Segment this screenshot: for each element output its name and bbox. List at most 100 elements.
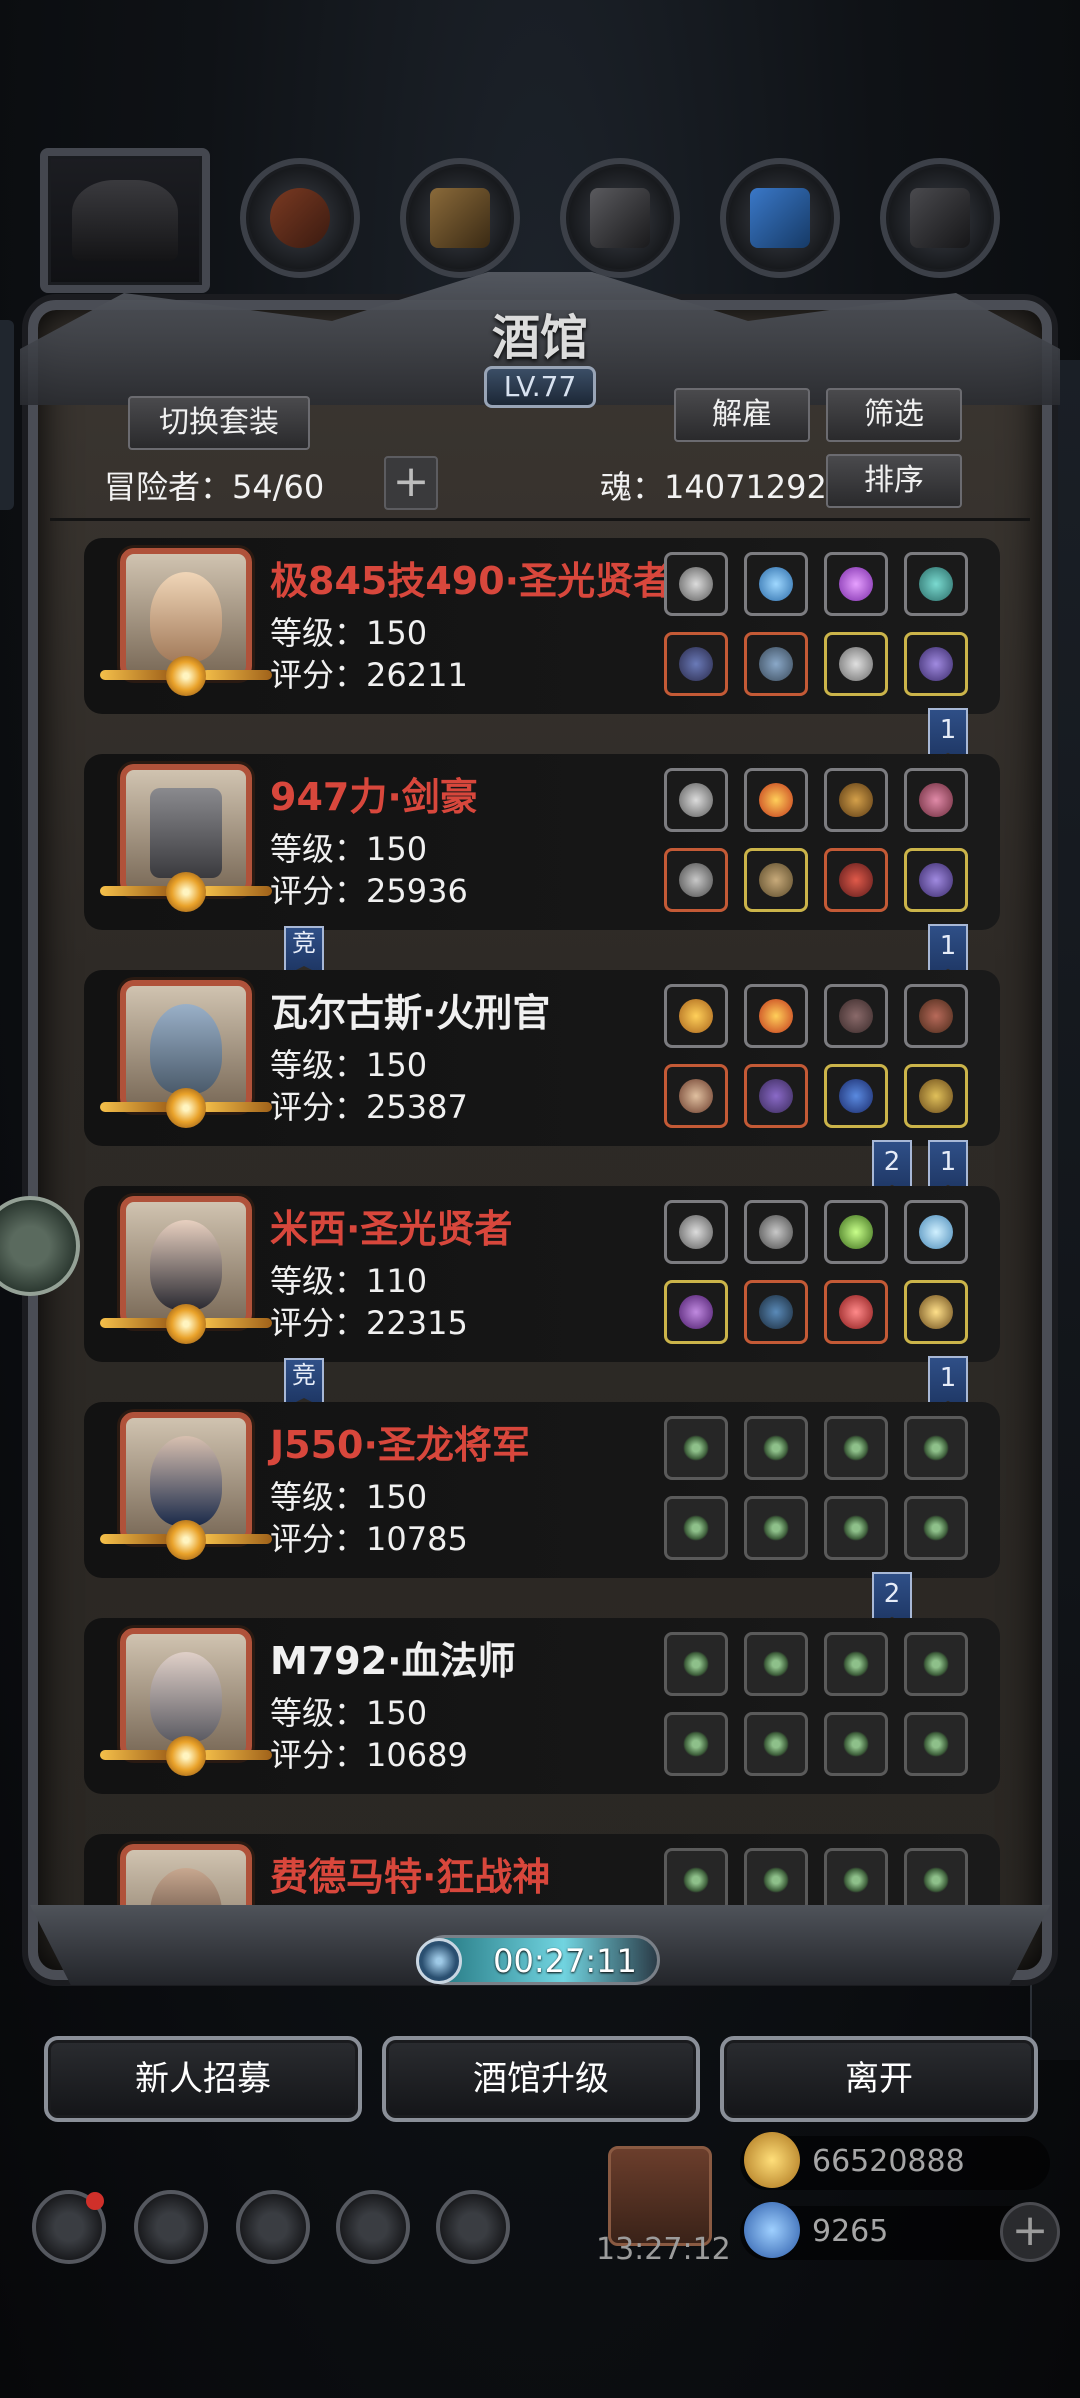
- empty-weapon-slot-icon[interactable]: [664, 1712, 728, 1776]
- shield-equip-icon[interactable]: [824, 632, 888, 696]
- hero-row[interactable]: 费德马特·狂战神: [84, 1832, 1000, 1910]
- hud-clock: 13:27:12: [596, 2232, 731, 2267]
- demon-mask-equip-icon[interactable]: [824, 848, 888, 912]
- rank-wings-icon: [100, 656, 272, 696]
- dismiss-button[interactable]: 解雇: [674, 388, 810, 442]
- empty-amulet-slot-icon[interactable]: [744, 1848, 808, 1910]
- empty-gem-slot-icon[interactable]: [904, 1632, 968, 1696]
- hero-row[interactable]: 极845技490·圣光贤者 等级：150 评分：26211: [84, 536, 1000, 716]
- staff-equip-icon[interactable]: [824, 768, 888, 832]
- bottle-equip-icon[interactable]: [824, 1280, 888, 1344]
- wand-equip-icon[interactable]: [904, 1064, 968, 1128]
- potion-equip-icon[interactable]: [904, 768, 968, 832]
- hero-portrait[interactable]: [120, 1844, 252, 1910]
- boots-category-icon[interactable]: [560, 158, 680, 278]
- sword-equip-icon[interactable]: [664, 848, 728, 912]
- tavern-level-badge: LV.77: [484, 366, 596, 408]
- blue-shield-equip-icon[interactable]: [824, 1064, 888, 1128]
- stone-equip-icon[interactable]: [904, 552, 968, 616]
- crystal-equip-icon[interactable]: [744, 552, 808, 616]
- empty-ring-slot-icon[interactable]: [664, 1632, 728, 1696]
- switch-set-button[interactable]: 切换套装: [128, 396, 310, 450]
- crystal-category-icon[interactable]: [720, 158, 840, 278]
- hero-name: M792·血法师: [270, 1639, 516, 1683]
- ice-crystal-equip-icon[interactable]: [904, 1200, 968, 1264]
- hero-level: 等级：150: [270, 830, 428, 868]
- empty-trinket-slot-icon[interactable]: [824, 1848, 888, 1910]
- rank-wings-icon: [100, 872, 272, 912]
- gold-scroll-icon: [744, 2132, 800, 2188]
- recruit-button[interactable]: 新人招募: [44, 2036, 362, 2122]
- helmet-equip-icon[interactable]: [664, 632, 728, 696]
- add-currency-button[interactable]: +: [1000, 2202, 1060, 2262]
- ore-equip-icon[interactable]: [744, 1200, 808, 1264]
- upgrade-tavern-button[interactable]: 酒馆升级: [382, 2036, 700, 2122]
- hero-row[interactable]: M792·血法师 等级：150 评分：10689: [84, 1616, 1000, 1796]
- crown-equip-icon[interactable]: [664, 984, 728, 1048]
- chestplate-equip-icon[interactable]: [744, 1280, 808, 1344]
- empty-gem-slot-icon[interactable]: [904, 1848, 968, 1910]
- empty-offhand-slot-icon[interactable]: [824, 1496, 888, 1560]
- empty-trinket-slot-icon[interactable]: [824, 1416, 888, 1480]
- blue-gem-icon: [744, 2202, 800, 2258]
- armor-category-icon[interactable]: [400, 158, 520, 278]
- hero-score: 评分：10689: [270, 1736, 468, 1774]
- empty-glove-slot-icon[interactable]: [904, 1712, 968, 1776]
- hero-level: 等级：110: [270, 1262, 428, 1300]
- empty-gem-slot-icon[interactable]: [904, 1416, 968, 1480]
- empty-glove-slot-icon[interactable]: [904, 1496, 968, 1560]
- scepter-equip-icon[interactable]: [664, 1280, 728, 1344]
- gift-box-icon[interactable]: [608, 2146, 712, 2246]
- purple-gem-equip-icon[interactable]: [824, 552, 888, 616]
- hero-row[interactable]: 947力·剑豪 等级：150 评分：25936: [84, 752, 1000, 932]
- hero-name: 947力·剑豪: [270, 775, 478, 819]
- empty-armor-slot-icon[interactable]: [744, 1496, 808, 1560]
- hero-list[interactable]: 极845技490·圣光贤者 等级：150 评分：26211 1 947力·剑豪 …: [84, 536, 1000, 1910]
- hero-name: J550·圣龙将军: [270, 1423, 530, 1467]
- mail-icon[interactable]: [336, 2190, 410, 2264]
- rank-wings-icon: [100, 1088, 272, 1128]
- rank-wings-icon: [100, 1736, 272, 1776]
- pendant-equip-icon[interactable]: [904, 1280, 968, 1344]
- hero-name: 瓦尔古斯·火刑官: [270, 991, 551, 1035]
- hero-level: 等级：150: [270, 1046, 428, 1084]
- lantern-equip-icon[interactable]: [824, 1200, 888, 1264]
- empty-trinket-slot-icon[interactable]: [824, 1632, 888, 1696]
- knight-helmet-category-icon[interactable]: [40, 148, 210, 293]
- cloak-equip-icon[interactable]: [744, 848, 808, 912]
- add-slot-button[interactable]: +: [384, 456, 438, 510]
- empty-ring-slot-icon[interactable]: [664, 1848, 728, 1910]
- horn-equip-icon[interactable]: [904, 984, 968, 1048]
- empty-amulet-slot-icon[interactable]: [744, 1416, 808, 1480]
- cube-icon[interactable]: [436, 2190, 510, 2264]
- filter-button[interactable]: 筛选: [826, 388, 962, 442]
- castle-icon[interactable]: [236, 2190, 310, 2264]
- empty-ring-slot-icon[interactable]: [664, 1416, 728, 1480]
- empty-weapon-slot-icon[interactable]: [664, 1496, 728, 1560]
- axe-equip-icon[interactable]: [664, 1064, 728, 1128]
- soul-count: 魂：14071292: [600, 468, 827, 506]
- rank-wings-icon: [100, 1304, 272, 1344]
- necklace-equip-icon[interactable]: [664, 768, 728, 832]
- sort-button[interactable]: 排序: [826, 454, 962, 508]
- fire-orb-equip-icon[interactable]: [744, 768, 808, 832]
- club-equip-icon[interactable]: [824, 984, 888, 1048]
- empty-armor-slot-icon[interactable]: [744, 1712, 808, 1776]
- armor-equip-icon[interactable]: [744, 632, 808, 696]
- hero-row[interactable]: 瓦尔古斯·火刑官 等级：150 评分：25387: [84, 968, 1000, 1148]
- fire-orb-equip-icon[interactable]: [744, 984, 808, 1048]
- settings-icon[interactable]: [32, 2190, 106, 2264]
- gauntlet-equip-icon[interactable]: [904, 848, 968, 912]
- necklace-equip-icon[interactable]: [664, 552, 728, 616]
- dragon-helm-equip-icon[interactable]: [744, 1064, 808, 1128]
- empty-offhand-slot-icon[interactable]: [824, 1712, 888, 1776]
- weapon-category-icon[interactable]: [240, 158, 360, 278]
- leave-button[interactable]: 离开: [720, 2036, 1038, 2122]
- empty-amulet-slot-icon[interactable]: [744, 1632, 808, 1696]
- necklace-equip-icon[interactable]: [664, 1200, 728, 1264]
- star-icon[interactable]: [134, 2190, 208, 2264]
- hero-row[interactable]: J550·圣龙将军 等级：150 评分：10785: [84, 1400, 1000, 1580]
- gauntlet-equip-icon[interactable]: [904, 632, 968, 696]
- hero-row[interactable]: 米西·圣光贤者 等级：110 评分：22315: [84, 1184, 1000, 1364]
- misc-category-icon[interactable]: [880, 158, 1000, 278]
